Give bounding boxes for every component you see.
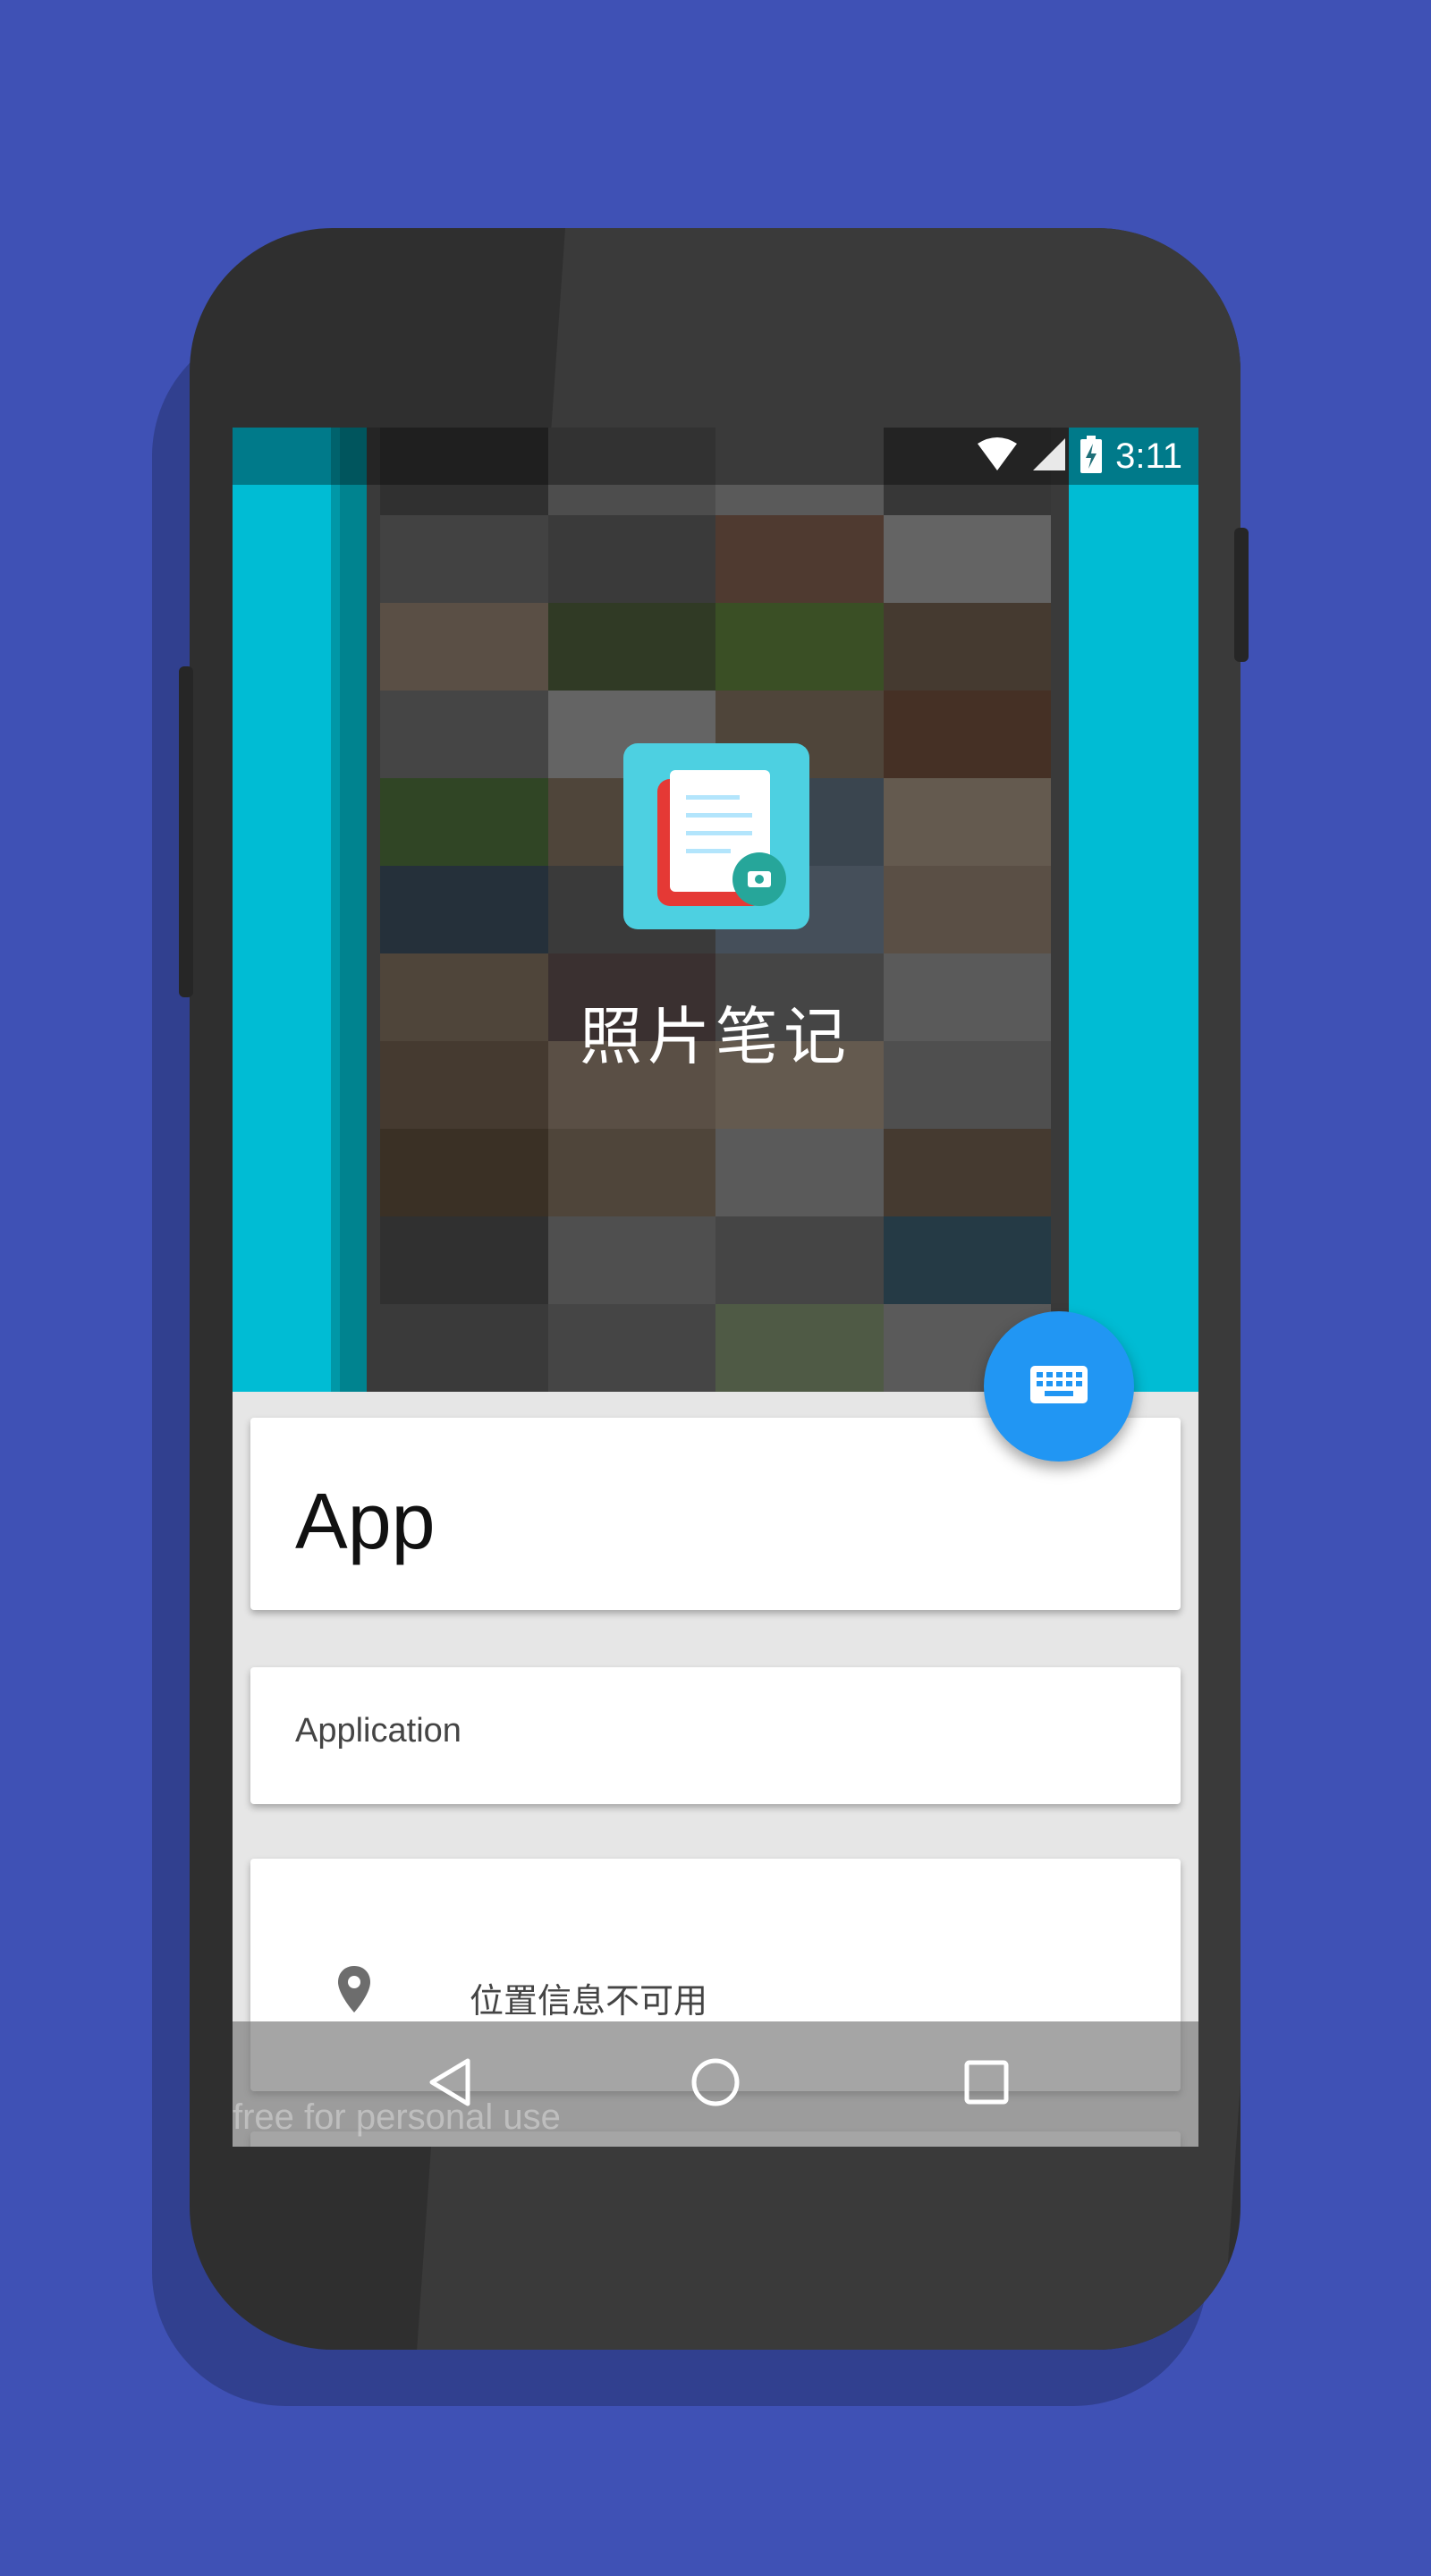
note-title: App (295, 1477, 436, 1565)
nav-recents-button[interactable] (955, 2053, 1018, 2115)
header-stripe (367, 428, 380, 1392)
note-subtitle: Application (295, 1712, 461, 1750)
watermark-text: free for personal use (233, 2097, 561, 2137)
app-name: 照片笔记 (580, 1000, 851, 1073)
recents-square-icon (961, 2057, 1012, 2111)
power-button (1234, 528, 1249, 662)
home-circle-icon (689, 2055, 742, 2113)
volume-button (179, 666, 193, 997)
wifi-icon (976, 436, 1019, 476)
location-text: 位置信息不可用 (470, 1981, 708, 2021)
battery-charging-icon (1080, 435, 1103, 478)
keyboard-icon (1030, 1366, 1088, 1407)
keyboard-fab-button[interactable] (984, 1311, 1134, 1462)
header-stripe (331, 428, 340, 1392)
nav-home-button[interactable] (684, 2053, 747, 2115)
status-bar: 3:11 (233, 428, 1198, 485)
header-stripe (1051, 428, 1069, 1392)
header-stripe (340, 428, 367, 1392)
header-image: 照片笔记 3:11 (233, 428, 1198, 1392)
signal-icon (1031, 436, 1067, 476)
status-time: 3:11 (1115, 436, 1182, 476)
app-logo-icon (623, 743, 809, 929)
note-subtitle-card[interactable]: Application (250, 1667, 1181, 1804)
location-pin-icon (335, 1964, 373, 2018)
device-screen: 照片笔记 3:11 App Application 位置信息不可用 (233, 428, 1198, 2147)
